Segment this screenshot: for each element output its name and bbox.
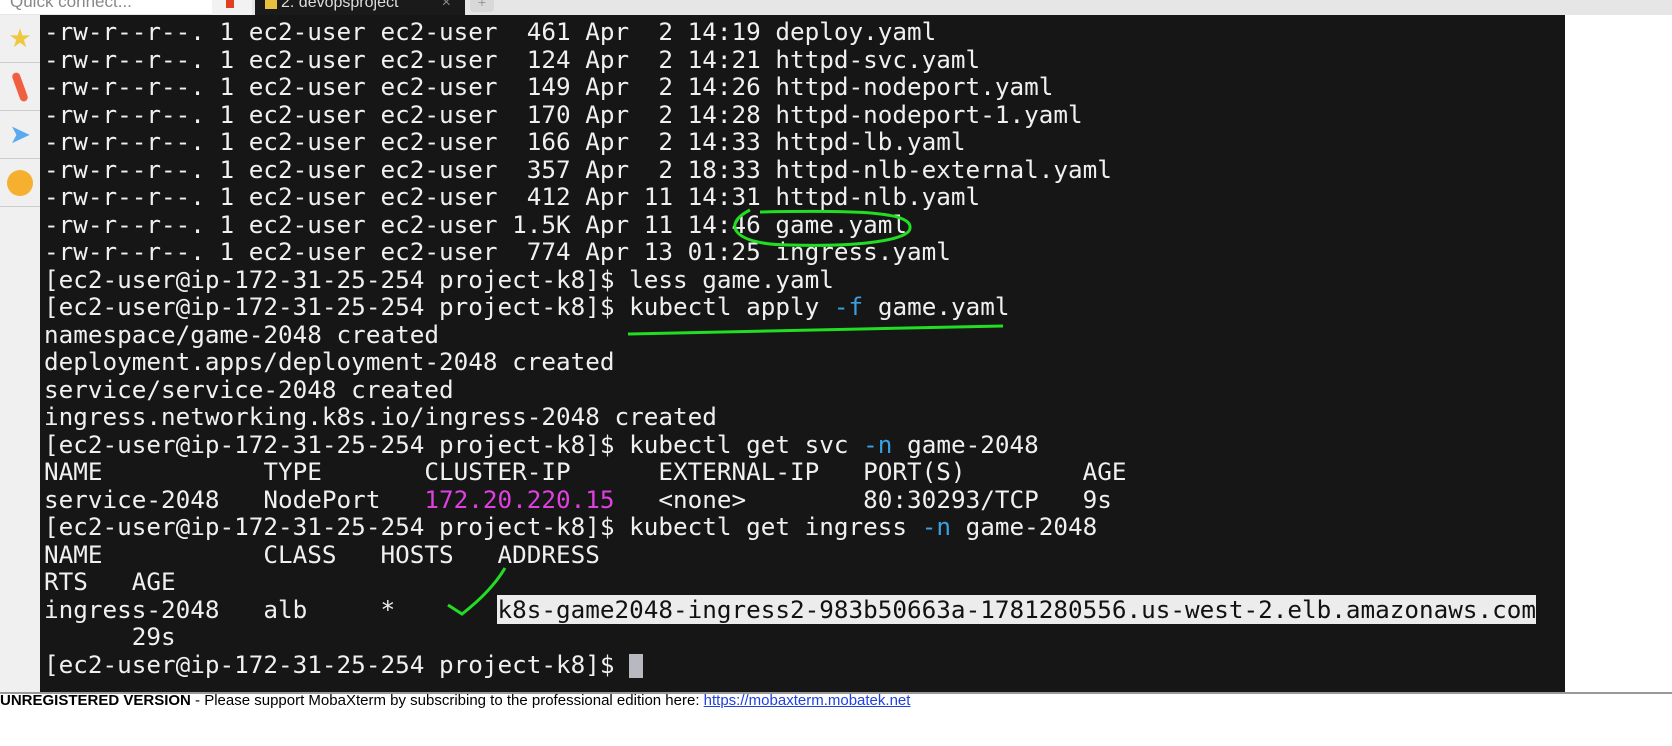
terminal-line: -rw-r--r--. 1 ec2-user ec2-user 170 Apr … <box>44 99 1083 129</box>
star-icon[interactable]: ★ <box>0 15 40 63</box>
terminal-line: ingress-2048 alb * k8s-game2048-ingress2… <box>44 594 1565 624</box>
terminal-line: NAME TYPE CLUSTER-IP EXTERNAL-IP PORT(S)… <box>44 458 1126 486</box>
terminal-text: [ec2-user@ip-172-31-25-254 project-k8]$ <box>44 649 630 679</box>
terminal-text: -rw-r--r--. 1 ec2-user ec2-user 166 Apr … <box>44 127 966 156</box>
terminal-text: -rw-r--r--. 1 ec2-user ec2-user 774 Apr … <box>44 237 951 266</box>
terminal-text: NAME CLASS HOSTS ADDRESS PO <box>44 539 1565 569</box>
terminal-text: -rw-r--r--. 1 ec2-user ec2-user 170 Apr … <box>44 99 1083 129</box>
sidebar: ★ ➤ <box>0 15 42 692</box>
selected-text: k8s-game2048-ingress2-983b50663a-1781280… <box>497 594 1537 624</box>
terminal-line: [ec2-user@ip-172-31-25-254 project-k8]$ … <box>44 513 1097 541</box>
terminal-text: [ec2-user@ip-172-31-25-254 project-k8]$ … <box>44 292 834 321</box>
terminal-text: -f <box>833 292 864 321</box>
terminal-text: [ec2-user@ip-172-31-25-254 project-k8]$ … <box>44 429 864 459</box>
tab-home[interactable] <box>212 0 252 15</box>
support-message: - Please support MobaXterm by subscribin… <box>190 692 704 709</box>
terminal-text: service/service-2048 created <box>44 374 454 404</box>
tab-devopsproject[interactable]: 2. devopsproject × <box>255 0 465 15</box>
terminal[interactable]: -rw-r--r--. 1 ec2-user ec2-user 461 Apr … <box>40 15 1565 692</box>
terminal-line: -rw-r--r--. 1 ec2-user ec2-user 1.5K Apr… <box>44 209 908 239</box>
terminal-text: namespace/game-2048 created <box>44 319 439 349</box>
terminal-line: -rw-r--r--. 1 ec2-user ec2-user 774 Apr … <box>44 238 951 266</box>
quick-connect-input[interactable]: Quick connect... <box>0 0 215 14</box>
terminal-line: deployment.apps/deployment-2048 created <box>44 348 615 376</box>
terminal-text: -rw-r--r--. 1 ec2-user ec2-user 412 Apr … <box>44 182 981 211</box>
terminal-line: -rw-r--r--. 1 ec2-user ec2-user 166 Apr … <box>44 128 966 156</box>
terminal-text: NAME TYPE CLUSTER-IP EXTERNAL-IP PORT(S)… <box>44 457 1127 486</box>
terminal-text: -n <box>863 429 893 459</box>
home-tab-icon <box>226 0 234 8</box>
terminal-text: RTS AGE <box>44 567 176 596</box>
terminal-line: -rw-r--r--. 1 ec2-user ec2-user 461 Apr … <box>44 18 936 46</box>
send-icon[interactable]: ➤ <box>0 111 40 159</box>
terminal-line: service-2048 NodePort 172.20.220.15 <non… <box>44 484 1112 514</box>
terminal-line: service/service-2048 created <box>44 374 454 404</box>
terminal-line: [ec2-user@ip-172-31-25-254 project-k8]$ … <box>44 429 1039 459</box>
terminal-text: [ec2-user@ip-172-31-25-254 project-k8]$ … <box>44 264 834 294</box>
terminal-line: -rw-r--r--. 1 ec2-user ec2-user 124 Apr … <box>44 44 981 74</box>
terminal-text: ingress.networking.k8s.io/ingress-2048 c… <box>44 402 717 431</box>
terminal-line: NAME CLASS HOSTS ADDRESS PO <box>44 539 1565 569</box>
terminal-line: [ec2-user@ip-172-31-25-254 project-k8]$ … <box>44 293 1009 321</box>
terminal-text: ingress-2048 alb * <box>44 594 498 624</box>
new-tab-button[interactable]: + <box>470 0 494 12</box>
terminal-text: -rw-r--r--. 1 ec2-user ec2-user 1.5K Apr… <box>44 209 908 239</box>
terminal-line: RTS AGE <box>44 568 176 596</box>
terminal-text: 80 <box>1536 595 1565 624</box>
terminal-text: service-2048 NodePort <box>44 484 425 514</box>
terminal-line: [ec2-user@ip-172-31-25-254 project-k8]$ <box>44 649 644 679</box>
terminal-text: 29s <box>44 622 176 651</box>
globe-icon[interactable] <box>0 159 40 207</box>
terminal-text: -rw-r--r--. 1 ec2-user ec2-user 357 Apr … <box>44 154 1112 184</box>
status-bar: UNREGISTERED VERSION - Please support Mo… <box>0 692 1672 746</box>
terminal-line: -rw-r--r--. 1 ec2-user ec2-user 149 Apr … <box>44 73 1053 101</box>
terminal-line: 29s <box>44 623 176 651</box>
terminal-line: -rw-r--r--. 1 ec2-user ec2-user 357 Apr … <box>44 154 1112 184</box>
terminal-tab-icon <box>265 0 277 9</box>
terminal-line: namespace/game-2048 created <box>44 319 439 349</box>
scrollbar-area[interactable] <box>1565 15 1672 692</box>
terminal-text: <none> 80:30293/TCP 9s <box>614 484 1112 514</box>
terminal-line: ingress.networking.k8s.io/ingress-2048 c… <box>44 403 717 431</box>
tab-label: 2. devopsproject <box>281 0 399 11</box>
terminal-text: 172.20.220.15 <box>424 484 615 514</box>
terminal-line: -rw-r--r--. 1 ec2-user ec2-user 412 Apr … <box>44 183 980 211</box>
subscribe-link[interactable]: https://mobaxterm.mobatek.net <box>704 694 911 709</box>
terminal-line: [ec2-user@ip-172-31-25-254 project-k8]$ … <box>44 264 834 294</box>
terminal-text: game-2048 <box>892 429 1039 459</box>
terminal-text: game.yaml <box>863 292 1010 321</box>
terminal-text: game-2048 <box>950 512 1098 541</box>
terminal-text: -rw-r--r--. 1 ec2-user ec2-user 149 Apr … <box>44 72 1054 101</box>
tab-bar: Quick connect... 2. devopsproject × + <box>0 0 1672 15</box>
unregistered-label: UNREGISTERED VERSION <box>0 692 191 709</box>
terminal-text: [ec2-user@ip-172-31-25-254 project-k8]$ … <box>44 512 922 541</box>
cursor <box>629 653 644 678</box>
close-tab-icon[interactable]: × <box>442 0 451 12</box>
terminal-text: deployment.apps/deployment-2048 created <box>44 347 615 376</box>
terminal-text: -rw-r--r--. 1 ec2-user ec2-user 124 Apr … <box>44 44 981 74</box>
terminal-text: -rw-r--r--. 1 ec2-user ec2-user 461 Apr … <box>44 17 937 46</box>
tools-icon[interactable] <box>0 63 40 111</box>
terminal-text: -n <box>921 512 951 541</box>
